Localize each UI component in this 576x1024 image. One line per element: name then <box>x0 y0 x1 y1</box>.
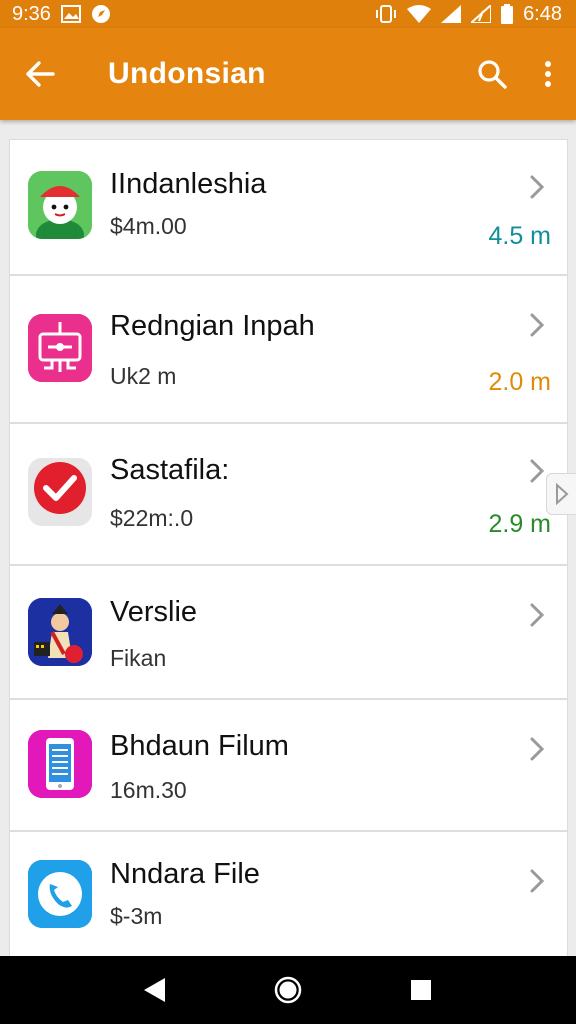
arrow-left-icon <box>26 61 55 87</box>
chevron-right-icon <box>530 313 545 337</box>
item-subtitle: $22m:.0 <box>110 505 194 531</box>
image-notification-icon <box>60 5 81 23</box>
battery-icon <box>501 4 514 24</box>
traveler-character-icon <box>28 598 92 666</box>
file-list: IIndanleshia $4m.00 4.5 m Redngian Inpah… <box>9 139 568 959</box>
item-text: Redngian Inpah Uk2 m <box>110 310 315 390</box>
square-recents-icon <box>411 980 432 1000</box>
item-text: IIndanleshia $4m.00 <box>110 168 266 240</box>
device-tree-icon <box>28 314 92 382</box>
nav-back-button[interactable] <box>125 960 185 1020</box>
item-subtitle: Uk2 m <box>110 363 177 389</box>
list-item[interactable]: Nndara File $-3m <box>10 832 567 958</box>
item-text: Verslie Fikan <box>110 596 197 672</box>
app-bar: Undonsian <box>0 28 576 120</box>
item-text: Sastafila: $22m:.0 <box>110 454 229 532</box>
nav-recents-button[interactable] <box>391 960 451 1020</box>
triangle-back-icon <box>143 978 165 1002</box>
item-title: Redngian Inpah <box>110 310 315 342</box>
back-button[interactable] <box>0 28 80 120</box>
character-red-hat-icon <box>28 171 92 239</box>
phone-call-icon <box>28 860 92 928</box>
item-subtitle: Fikan <box>110 645 167 671</box>
list-item[interactable]: Sastafila: $22m:.0 2.9 m <box>10 424 567 566</box>
item-title: Sastafila: <box>110 454 230 486</box>
list-item[interactable]: IIndanleshia $4m.00 4.5 m <box>10 140 567 276</box>
page-title: Undonsian <box>108 57 266 90</box>
phone-document-icon <box>28 730 92 798</box>
chevron-right-icon <box>530 869 545 893</box>
chevron-right-icon <box>530 459 545 483</box>
vibrate-icon <box>375 4 397 24</box>
edge-panel-handle[interactable] <box>546 473 576 515</box>
item-title: IIndanleshia <box>110 168 267 200</box>
list-item[interactable]: Bhdaun Filum 16m.30 <box>10 700 567 832</box>
item-size: 2.0 m <box>488 368 551 396</box>
chevron-right-outline-icon <box>555 483 568 505</box>
item-size: 2.9 m <box>488 510 551 538</box>
chevron-right-icon <box>530 737 545 761</box>
item-subtitle: $-3m <box>110 903 163 929</box>
item-title: Nndara File <box>110 858 260 890</box>
search-button[interactable] <box>464 28 520 120</box>
status-time-right: 6:48 <box>523 2 562 25</box>
wifi-icon <box>407 5 432 23</box>
status-left: 9:36 <box>12 3 111 26</box>
compass-notification-icon <box>91 4 111 24</box>
status-time-left: 9:36 <box>12 2 51 25</box>
search-icon <box>478 60 507 89</box>
list-item[interactable]: Verslie Fikan <box>10 566 567 700</box>
chevron-right-icon <box>530 603 545 627</box>
status-right: 6:48 <box>375 3 562 26</box>
checkmark-icon <box>28 458 92 526</box>
circle-home-icon <box>274 976 302 1004</box>
signal-icon <box>441 5 462 23</box>
item-title: Verslie <box>110 596 198 628</box>
item-subtitle: $4m.00 <box>110 213 187 239</box>
item-subtitle: 16m.30 <box>110 777 187 803</box>
more-options-button[interactable] <box>520 28 576 120</box>
more-vert-icon <box>545 61 551 87</box>
list-item[interactable]: Redngian Inpah Uk2 m 2.0 m <box>10 276 567 424</box>
navigation-bar <box>0 956 576 1024</box>
nav-home-button[interactable] <box>258 960 318 1020</box>
status-bar: 9:36 6:48 <box>0 0 576 28</box>
item-size: 4.5 m <box>488 222 551 250</box>
signal-roaming-icon <box>471 5 492 23</box>
item-text: Nndara File $-3m <box>110 858 260 930</box>
chevron-right-icon <box>530 175 545 199</box>
item-title: Bhdaun Filum <box>110 730 289 762</box>
item-text: Bhdaun Filum 16m.30 <box>110 730 289 804</box>
